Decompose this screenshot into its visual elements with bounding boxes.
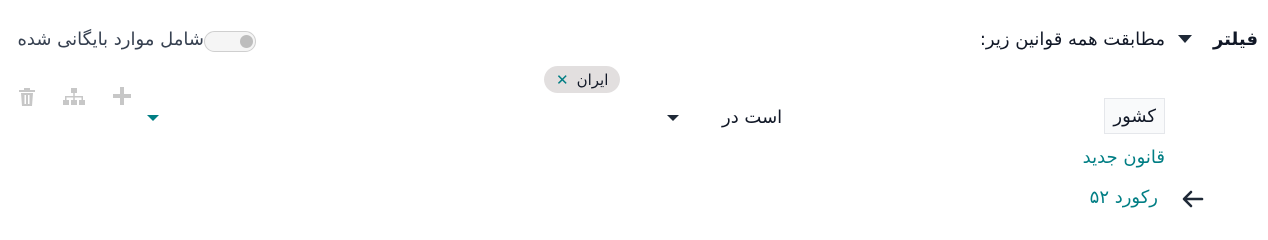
tag-label: ایران: [576, 70, 609, 89]
rule-value-tag: ✕ ایران: [544, 66, 621, 93]
tag-remove-icon[interactable]: ✕: [556, 71, 569, 89]
hierarchy-icon[interactable]: [62, 87, 86, 107]
trash-icon[interactable]: [18, 87, 36, 107]
rule-operator-select[interactable]: است در: [722, 107, 782, 128]
toggle-knob: [240, 35, 253, 48]
plus-icon[interactable]: [112, 86, 132, 106]
new-rule-link[interactable]: قانون جدید: [1083, 147, 1165, 168]
operator-chevron-down-icon[interactable]: [667, 115, 679, 121]
match-dropdown-caret-icon[interactable]: [1178, 35, 1192, 43]
include-archived-label[interactable]: شامل موارد بایگانی شده: [17, 29, 204, 50]
arrow-left-icon[interactable]: [1180, 189, 1204, 209]
filter-title: فیلتر: [1212, 29, 1258, 50]
rule-field-selector[interactable]: کشور: [1104, 98, 1165, 134]
records-count-link[interactable]: ۵۲ رکورد: [1090, 187, 1158, 208]
value-chevron-down-icon[interactable]: [147, 115, 159, 121]
match-rules-text[interactable]: مطابقت همه قوانین زیر:: [980, 29, 1165, 50]
